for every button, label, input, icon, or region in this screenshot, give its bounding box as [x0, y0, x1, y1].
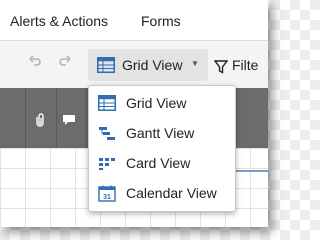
view-switcher-button[interactable]: Grid View ▼	[88, 49, 208, 81]
view-menu: Grid View Gantt View Card View 31 Calend…	[88, 85, 236, 212]
menu-forms[interactable]: Forms	[141, 13, 181, 29]
menu-item-label: Grid View	[126, 95, 187, 111]
redo-icon[interactable]	[58, 54, 72, 68]
attachment-icon	[34, 112, 46, 128]
toolbar: Grid View ▼ Filte	[0, 40, 268, 89]
menu-item-grid-view[interactable]: Grid View	[89, 88, 235, 118]
calendar-icon-number: 31	[103, 194, 111, 201]
menu-item-label: Gantt View	[126, 125, 195, 141]
calendar-view-icon: 31	[98, 185, 116, 202]
menu-alerts-actions[interactable]: Alerts & Actions	[10, 13, 108, 29]
view-switcher-label: Grid View	[122, 57, 183, 73]
comment-icon	[62, 114, 76, 126]
grid-view-icon	[98, 95, 116, 111]
grid-view-icon	[97, 57, 115, 73]
menu-item-gantt-view[interactable]: Gantt View	[89, 118, 235, 148]
card-view-icon	[98, 155, 116, 171]
menu-bar: Alerts & Actions Forms	[0, 0, 268, 40]
gantt-view-icon	[98, 125, 116, 141]
undo-icon[interactable]	[28, 54, 42, 68]
menu-item-card-view[interactable]: Card View	[89, 148, 235, 178]
app-window: Alerts & Actions Forms Grid View ▼ Filte	[0, 0, 268, 227]
filter-label[interactable]: Filte	[232, 57, 258, 73]
menu-item-calendar-view[interactable]: 31 Calendar View	[89, 178, 235, 208]
chevron-down-icon: ▼	[191, 59, 199, 68]
menu-item-label: Calendar View	[126, 185, 217, 201]
menu-item-label: Card View	[126, 155, 191, 171]
filter-icon[interactable]	[214, 60, 228, 74]
